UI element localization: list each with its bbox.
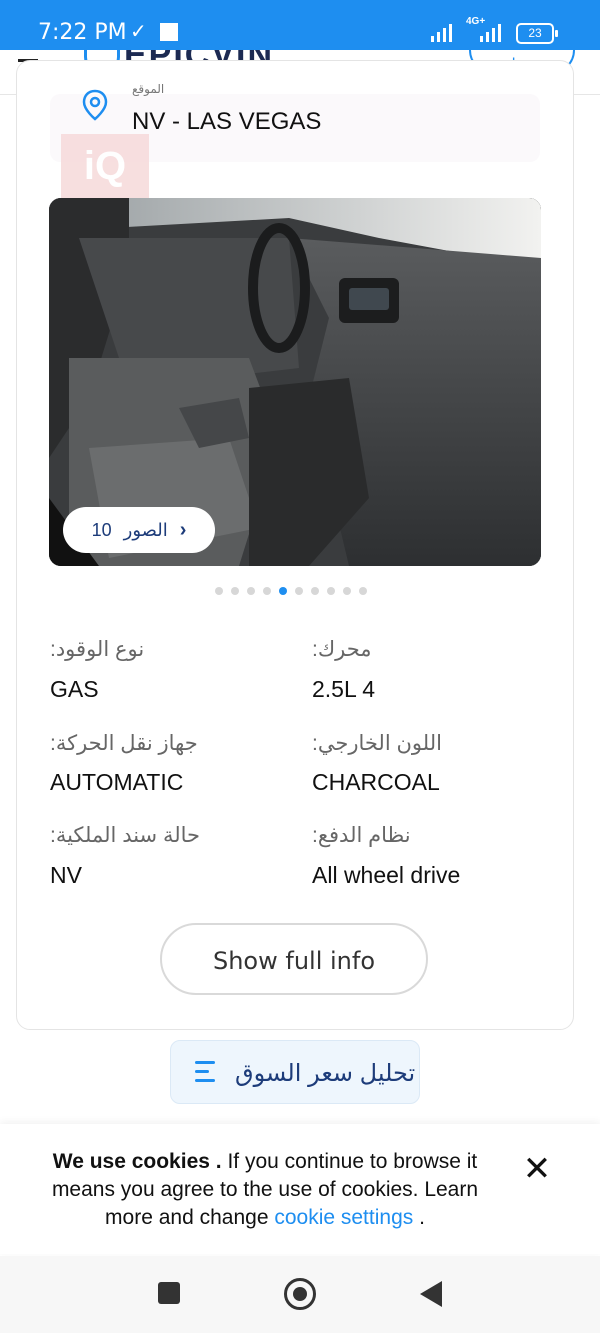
lines-icon — [195, 1061, 215, 1088]
show-full-info-button[interactable]: Show full info — [160, 923, 428, 995]
pagination-dot[interactable] — [247, 587, 255, 595]
spec-value-title-status: NV — [50, 862, 82, 888]
pagination-dot-active[interactable] — [279, 587, 287, 595]
cookie-settings-link[interactable]: cookie settings — [274, 1206, 413, 1229]
spec-label-title-status: حالة سند الملكية: — [50, 824, 201, 847]
spec-label-fuel: نوع الوقود: — [50, 638, 145, 661]
spec-label-exterior-color: اللون الخارجي: — [312, 732, 442, 755]
pagination-dot[interactable] — [263, 587, 271, 595]
pagination-dot[interactable] — [343, 587, 351, 595]
battery-icon: 23 — [516, 23, 558, 44]
pagination-dot[interactable] — [311, 587, 319, 595]
close-icon[interactable]: ✕ — [520, 1152, 554, 1186]
notification-square-icon — [160, 23, 178, 41]
spec-label-drivetrain: نظام الدفع: — [312, 824, 411, 847]
spec-value-fuel: GAS — [50, 676, 99, 702]
cookie-banner: We use cookies . If you continue to brow… — [0, 1124, 600, 1254]
chevron-right-icon: › — [179, 518, 187, 541]
gallery-pagination[interactable] — [215, 587, 367, 595]
spec-label-transmission: جهاز نقل الحركة: — [50, 732, 198, 755]
cookie-end-text: . — [413, 1206, 425, 1229]
spec-value-engine: 2.5L 4 — [312, 676, 376, 702]
location-value: NV - LAS VEGAS — [132, 108, 322, 135]
photos-count-button[interactable]: 10 الصور › — [63, 507, 215, 553]
watermark-logo: iQ — [61, 134, 149, 198]
spec-value-transmission: AUTOMATIC — [50, 769, 184, 795]
cookie-bold-text: We use cookies . — [52, 1150, 222, 1173]
signal-icon — [431, 22, 452, 42]
spec-value-drivetrain: All wheel drive — [312, 862, 461, 888]
pagination-dot[interactable] — [359, 587, 367, 595]
pagination-dot[interactable] — [215, 587, 223, 595]
spec-label-engine: محرك: — [312, 638, 372, 661]
location-pin-icon — [82, 89, 108, 126]
download-done-icon: ✓ — [130, 21, 147, 43]
cookie-message: We use cookies . If you continue to brow… — [30, 1148, 500, 1232]
back-icon[interactable] — [420, 1281, 442, 1307]
status-time: 7:22 PM — [38, 20, 127, 45]
recents-icon[interactable] — [158, 1282, 180, 1304]
photos-label: الصور — [123, 519, 168, 540]
signal-2-icon — [480, 22, 501, 42]
photos-count: 10 — [91, 519, 112, 540]
pagination-dot[interactable] — [231, 587, 239, 595]
home-icon[interactable] — [284, 1278, 316, 1310]
market-analysis-label: تحليل سعر السوق — [235, 1060, 416, 1087]
spec-value-exterior-color: CHARCOAL — [312, 769, 440, 795]
location-label: الموقع — [132, 82, 165, 96]
market-analysis-button[interactable]: تحليل سعر السوق — [170, 1040, 420, 1104]
system-nav-bar — [0, 1256, 600, 1333]
pagination-dot[interactable] — [295, 587, 303, 595]
pagination-dot[interactable] — [327, 587, 335, 595]
